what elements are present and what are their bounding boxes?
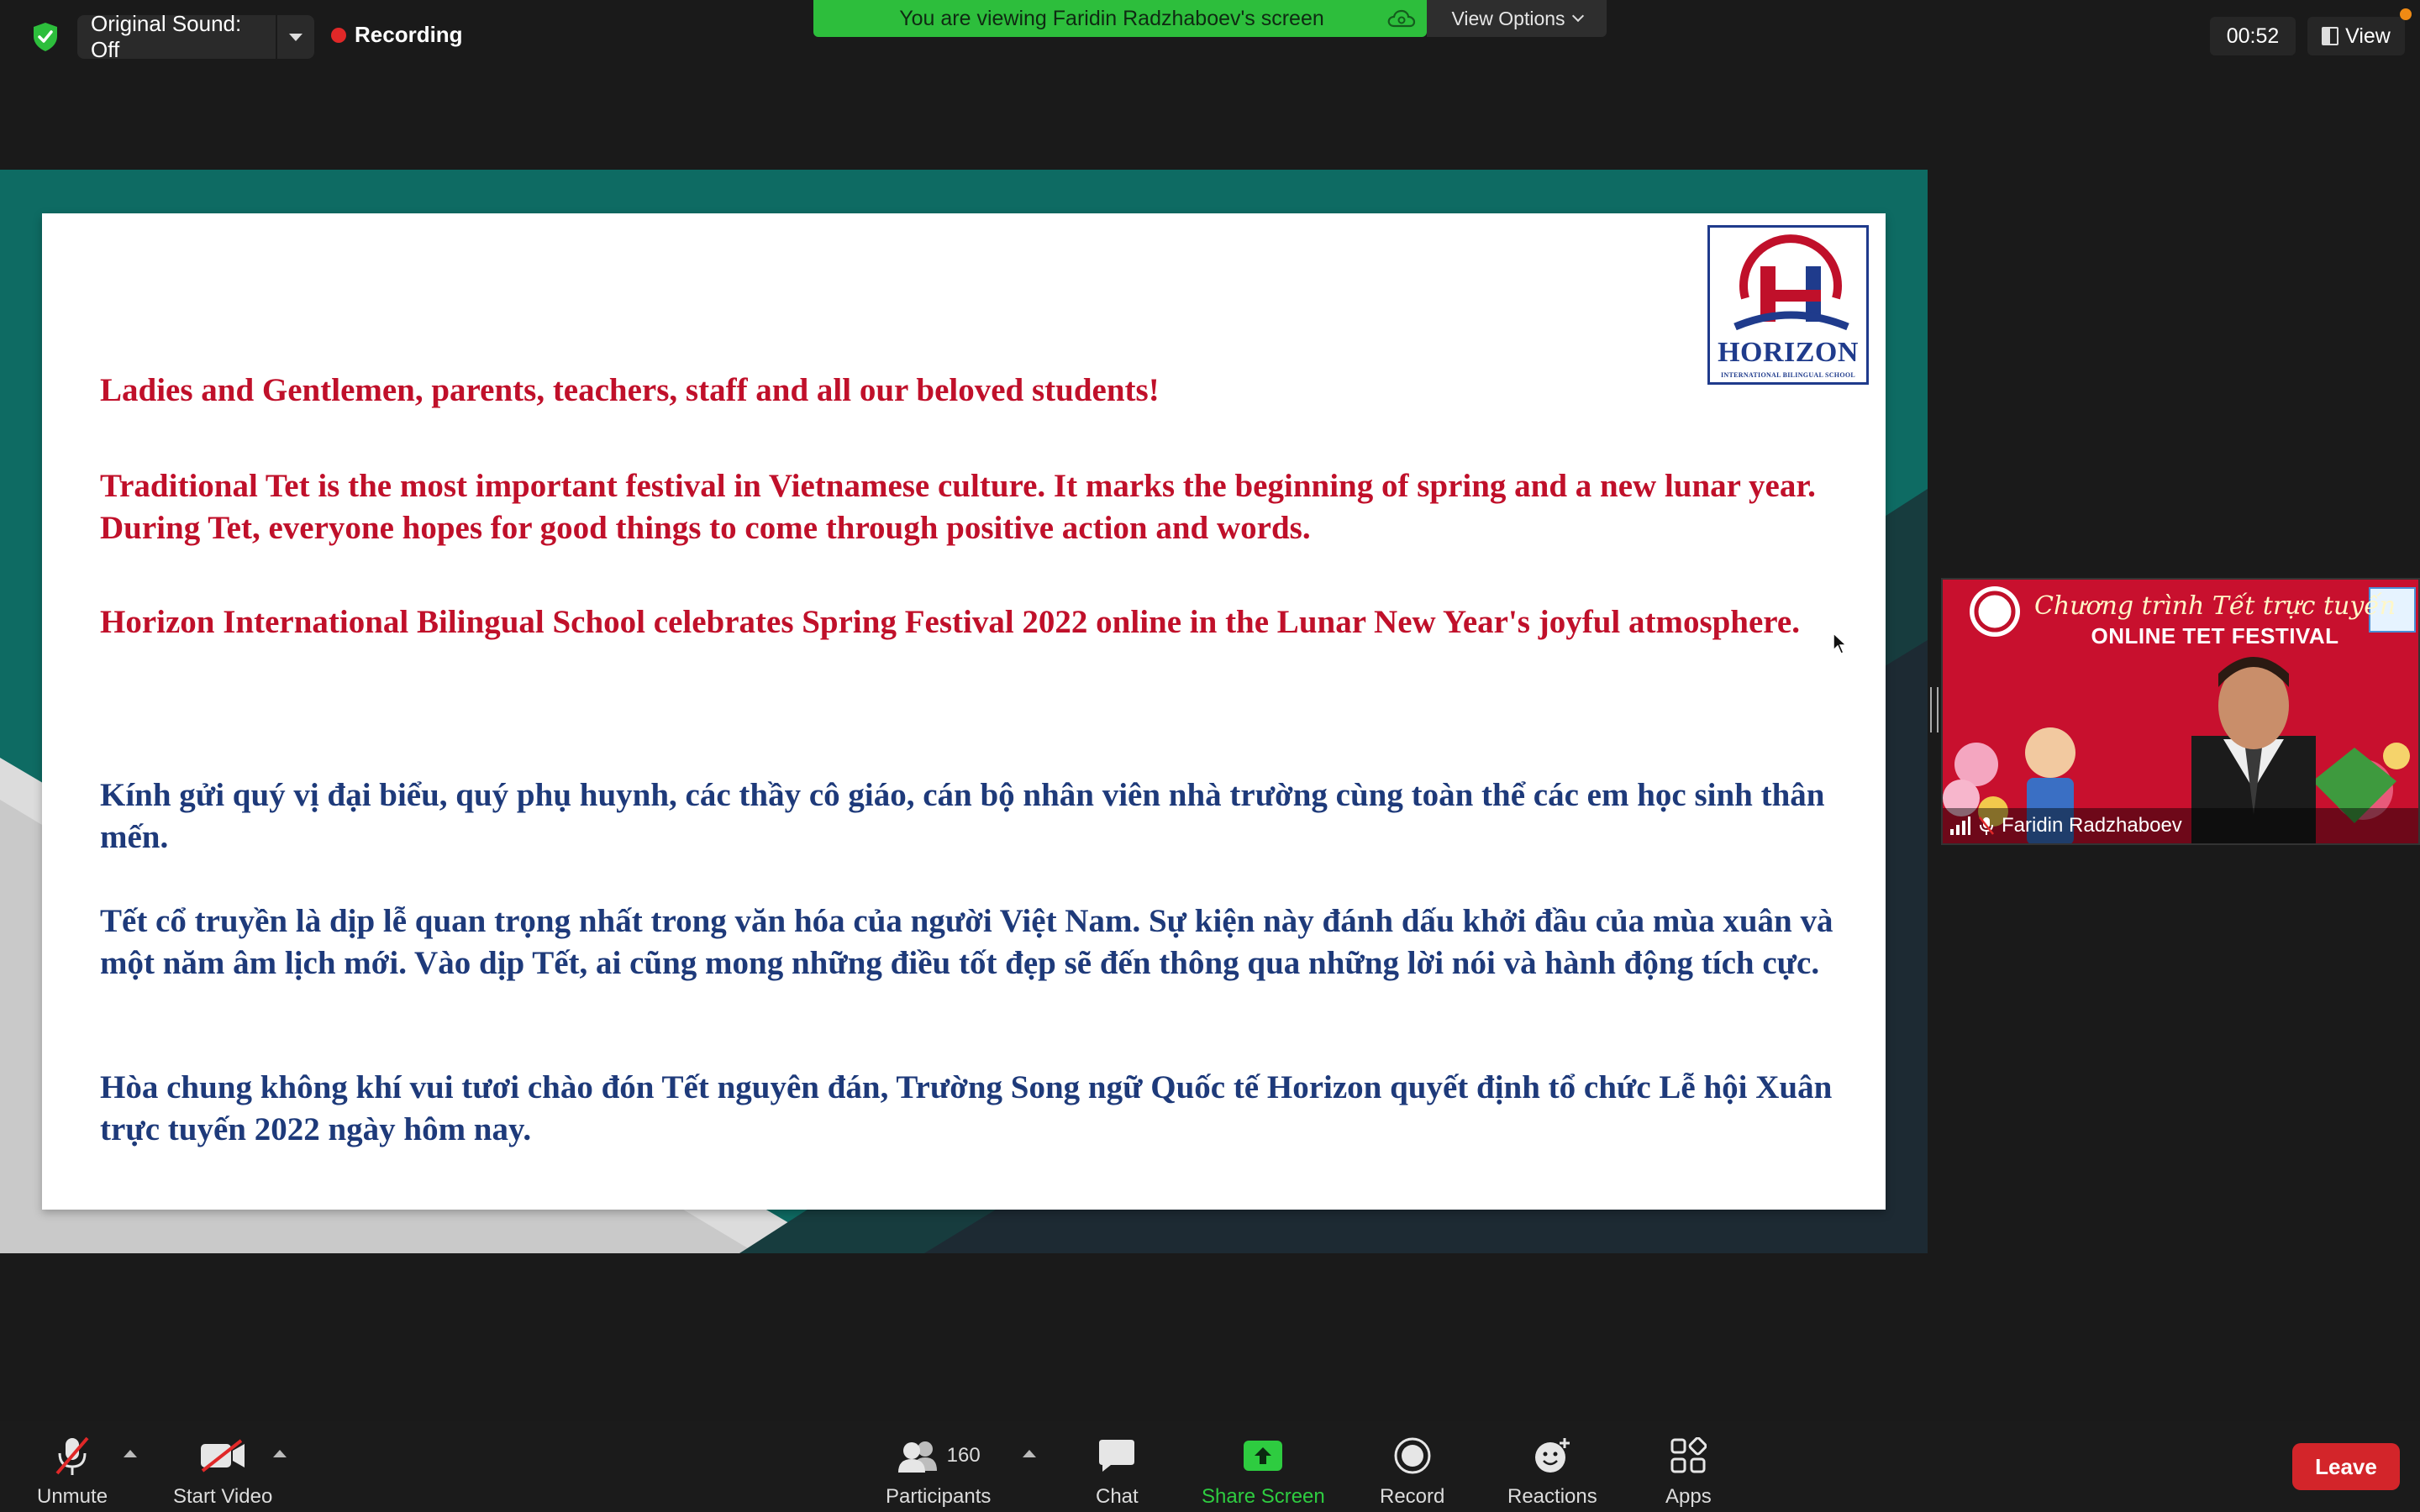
view-layout-button[interactable]: View bbox=[2307, 17, 2405, 55]
share-screen-button[interactable]: Share Screen bbox=[1202, 1435, 1325, 1509]
vietnamese-greeting: Kính gửi quý vị đại biểu, quý phụ huynh,… bbox=[100, 777, 1825, 855]
participant-name-bar: Faridin Radzhaboev bbox=[1943, 808, 2418, 843]
meeting-timer: 00:52 bbox=[2210, 17, 2296, 55]
original-sound-dropdown[interactable] bbox=[276, 15, 314, 59]
view-options-label: View Options bbox=[1451, 7, 1565, 29]
share-screen-icon bbox=[1244, 1441, 1283, 1471]
chevron-down-icon bbox=[1571, 9, 1584, 23]
view-options-dropdown[interactable]: View Options bbox=[1427, 0, 1607, 37]
unmute-label: Unmute bbox=[37, 1485, 108, 1508]
chat-label: Chat bbox=[1096, 1485, 1139, 1508]
start-video-label: Start Video bbox=[173, 1485, 273, 1508]
original-sound-toggle[interactable]: Original Sound: Off bbox=[77, 11, 314, 62]
video-options-caret[interactable] bbox=[273, 1450, 287, 1457]
tile-banner-line-2: ONLINE TET FESTIVAL bbox=[2091, 623, 2339, 648]
participants-icon bbox=[897, 1441, 937, 1473]
record-label: Record bbox=[1380, 1485, 1445, 1508]
video-off-icon bbox=[201, 1439, 245, 1473]
audio-options-caret[interactable] bbox=[124, 1450, 137, 1457]
notification-dot bbox=[2400, 8, 2412, 20]
meeting-top-bar: Original Sound: Off Recording You are vi… bbox=[0, 0, 2420, 76]
tile-banner-line-1: Chương trình Tết trực tuyến bbox=[2033, 591, 2396, 621]
participants-button[interactable]: 160 Participants bbox=[886, 1435, 991, 1509]
english-paragraph-2: Horizon International Bilingual School c… bbox=[100, 604, 1800, 640]
layout-icon bbox=[2322, 27, 2339, 45]
view-label: View bbox=[2345, 24, 2391, 48]
start-video-button[interactable]: Start Video bbox=[173, 1435, 272, 1509]
participant-video-tile[interactable]: Chương trình Tết trực tuyến ONLINE TET F… bbox=[1941, 578, 2420, 845]
reactions-button[interactable]: Reactions bbox=[1507, 1435, 1597, 1509]
chat-button[interactable]: Chat bbox=[1096, 1435, 1139, 1509]
security-shield-icon[interactable] bbox=[32, 22, 59, 52]
viewing-screen-banner: You are viewing Faridin Radzhaboev's scr… bbox=[813, 0, 1427, 37]
recording-indicator[interactable]: Recording bbox=[331, 22, 463, 48]
vietnamese-paragraph-2: Hòa chung không khí vui tươi chào đón Tế… bbox=[100, 1069, 1833, 1147]
participant-name: Faridin Radzhaboev bbox=[2002, 814, 2182, 837]
meeting-controls-toolbar: Unmute Start Video 160 Participants Chat… bbox=[0, 1421, 2420, 1512]
apps-icon bbox=[1670, 1437, 1707, 1473]
chat-bubble-icon bbox=[1099, 1440, 1135, 1472]
recording-dot-icon bbox=[331, 27, 346, 43]
muted-microphone-icon bbox=[1979, 816, 1994, 835]
shared-screen: HORIZON INTERNATIONAL BILINGUAL SCHOOL L… bbox=[0, 170, 1928, 1253]
vietnamese-paragraph-1: Tết cổ truyền là dịp lễ quan trọng nhất … bbox=[100, 903, 1833, 981]
apps-button[interactable]: Apps bbox=[1665, 1435, 1712, 1509]
unmute-button[interactable]: Unmute bbox=[37, 1435, 108, 1509]
resize-handle[interactable] bbox=[1930, 687, 1939, 732]
english-greeting: Ladies and Gentlemen, parents, teachers,… bbox=[100, 372, 1160, 408]
participants-options-caret[interactable] bbox=[1023, 1450, 1036, 1457]
leave-meeting-button[interactable]: Leave bbox=[2292, 1443, 2400, 1490]
cloud-recording-icon bbox=[1376, 9, 1427, 28]
logo-text: HORIZON bbox=[1718, 337, 1859, 368]
apps-label: Apps bbox=[1665, 1485, 1712, 1508]
reactions-emoji-icon bbox=[1535, 1438, 1570, 1473]
chevron-down-icon bbox=[289, 33, 302, 41]
mouse-cursor-icon bbox=[1833, 632, 1848, 654]
original-sound-label[interactable]: Original Sound: Off bbox=[77, 11, 276, 63]
presentation-slide: HORIZON INTERNATIONAL BILINGUAL SCHOOL L… bbox=[42, 213, 1886, 1210]
participants-count: 160 bbox=[946, 1444, 981, 1467]
english-paragraph-1: Traditional Tet is the most important fe… bbox=[100, 468, 1816, 546]
record-icon bbox=[1394, 1437, 1431, 1474]
recording-label: Recording bbox=[355, 22, 463, 47]
signal-strength-icon bbox=[1950, 816, 1970, 835]
reactions-label: Reactions bbox=[1507, 1485, 1597, 1508]
participants-label: Participants bbox=[886, 1485, 992, 1508]
record-button[interactable]: Record bbox=[1380, 1435, 1444, 1509]
viewing-screen-text: You are viewing Faridin Radzhaboev's scr… bbox=[899, 6, 1324, 30]
share-screen-label: Share Screen bbox=[1202, 1485, 1325, 1508]
horizon-school-logo: HORIZON INTERNATIONAL BILINGUAL SCHOOL bbox=[1707, 225, 1869, 385]
muted-microphone-icon bbox=[55, 1436, 89, 1475]
